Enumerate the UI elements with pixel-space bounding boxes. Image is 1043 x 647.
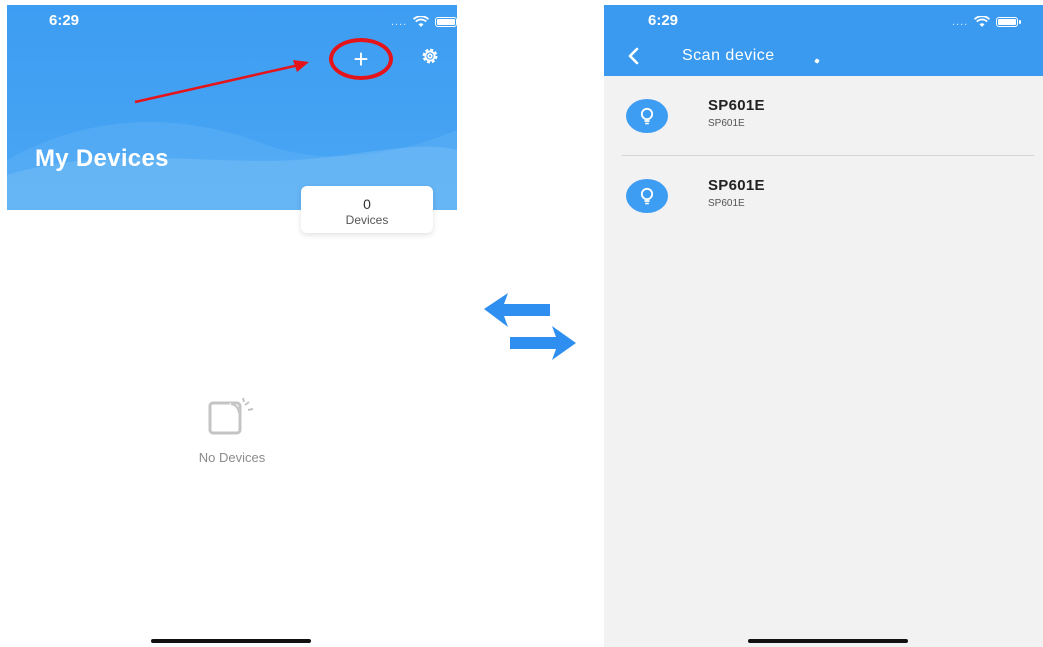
device-name: SP601E (708, 97, 765, 114)
right-phone-screen: 6:29 .... Scan device SP601E SP601E SP60… (604, 5, 1043, 647)
back-chevron-icon[interactable] (626, 47, 640, 65)
device-subtitle: SP601E (708, 198, 745, 209)
status-icons: .... (952, 16, 1022, 28)
battery-icon (435, 17, 457, 27)
swap-arrows-icon (484, 293, 576, 360)
wifi-icon (974, 16, 991, 27)
navigation-bar: 6:29 .... Scan device (604, 5, 1043, 76)
device-count-card: 0 Devices (301, 186, 433, 233)
status-time: 6:29 (648, 12, 679, 29)
left-phone-screen: 6:29 .... + My Devices 0 Devices No Devi… (7, 5, 457, 647)
home-indicator (151, 639, 311, 643)
list-divider (622, 155, 1034, 156)
lightbulb-icon (626, 99, 668, 133)
status-time: 6:29 (49, 12, 80, 29)
battery-icon (996, 17, 1022, 27)
nav-title: Scan device (682, 47, 775, 64)
device-name: SP601E (708, 177, 765, 194)
status-icons: .... (391, 16, 457, 28)
gear-icon[interactable] (419, 45, 441, 67)
plus-icon: + (353, 44, 369, 74)
device-subtitle: SP601E (708, 118, 745, 129)
device-count-label: Devices (345, 213, 389, 227)
header-background (7, 5, 457, 210)
signal-icon: .... (952, 16, 969, 28)
empty-device-icon (208, 397, 254, 435)
device-count-value: 0 (363, 196, 371, 212)
signal-icon: .... (391, 16, 408, 28)
page-title: My Devices (35, 145, 169, 172)
add-device-button[interactable]: + (329, 38, 393, 80)
wifi-icon (413, 16, 430, 27)
scanning-indicator (814, 58, 820, 64)
lightbulb-icon (626, 179, 668, 213)
device-list-item[interactable]: SP601E SP601E (604, 79, 1043, 157)
device-list-item[interactable]: SP601E SP601E (604, 159, 1043, 237)
home-indicator (748, 639, 908, 643)
empty-state-label: No Devices (198, 450, 266, 465)
